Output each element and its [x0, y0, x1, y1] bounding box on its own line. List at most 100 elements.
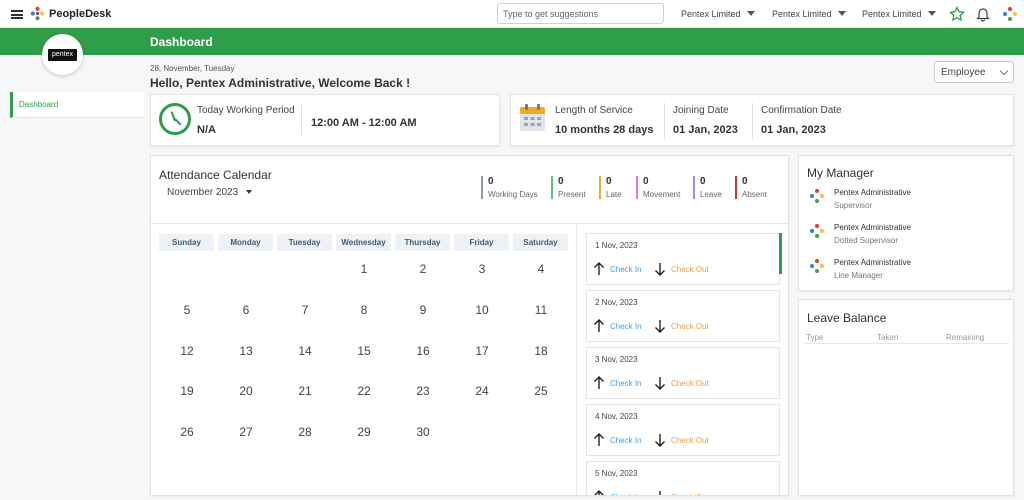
working-period-card: Today Working Period N/A 12:00 AM - 12:0… — [150, 94, 500, 146]
sidebar-item-dashboard[interactable]: Dashboard — [10, 92, 144, 118]
calendar-day[interactable]: 14 — [285, 344, 325, 358]
joining-date-value: 01 Jan, 2023 — [673, 124, 738, 136]
weekday-header-wednesday: Wednesday — [336, 234, 391, 251]
manager-name: Pentex Administrative — [834, 258, 911, 267]
column-header-taken: Taken — [877, 333, 899, 342]
calendar-day[interactable]: 28 — [285, 425, 325, 439]
calendar-day[interactable]: 24 — [462, 384, 502, 398]
clock-icon — [159, 103, 191, 135]
org-selector-2[interactable]: Pentex Limited — [772, 9, 846, 19]
company-logo: pentex — [48, 49, 77, 61]
column-header-remaining: Remaining — [946, 333, 985, 342]
divider — [664, 103, 665, 139]
manager-avatar-icon — [809, 223, 825, 239]
joining-date-label: Joining Date — [673, 105, 729, 116]
attendance-day-item[interactable]: 4 Nov, 2023 Check In Check Out — [586, 404, 780, 456]
stat-leave: 0 Leave — [693, 176, 722, 199]
calendar-day[interactable]: 10 — [462, 303, 502, 317]
search-input[interactable] — [497, 3, 664, 24]
star-icon[interactable] — [949, 6, 965, 22]
calendar-day[interactable]: 20 — [226, 384, 266, 398]
attendance-calendar-title: Attendance Calendar — [159, 168, 272, 182]
column-header-type: Type — [806, 333, 824, 342]
arrow-down-icon — [654, 319, 666, 333]
calendar-day[interactable]: 18 — [521, 344, 561, 358]
check-in-label: Check In — [610, 493, 642, 495]
attendance-day-item[interactable]: 5 Nov, 2023 Check In Check Out — [586, 461, 780, 495]
calendar-icon — [520, 104, 545, 131]
stat-movement: 0 Movement — [636, 176, 680, 199]
my-manager-card: My Manager Pentex Administrative Supervis… — [798, 155, 1014, 291]
calendar-day[interactable]: 15 — [344, 344, 384, 358]
calendar-day[interactable]: 5 — [167, 303, 207, 317]
arrow-up-icon — [593, 262, 605, 276]
service-card: Length of Service 10 months 28 days Join… — [510, 94, 1014, 146]
calendar-day[interactable]: 11 — [521, 303, 561, 317]
attendance-day-item[interactable]: 1 Nov, 2023 Check In Check Out — [586, 233, 780, 285]
caret-down-icon — [746, 11, 755, 16]
calendar-day[interactable]: 21 — [285, 384, 325, 398]
scrollbar[interactable] — [779, 233, 782, 274]
manager-name: Pentex Administrative — [834, 223, 911, 232]
calendar-day[interactable]: 12 — [167, 344, 207, 358]
divider — [301, 105, 302, 135]
calendar-day[interactable]: 16 — [403, 344, 443, 358]
check-out-label: Check Out — [671, 493, 709, 495]
attendance-day-item[interactable]: 2 Nov, 2023 Check In Check Out — [586, 290, 780, 342]
calendar-day[interactable]: 1 — [344, 262, 384, 276]
daily-attendance-list[interactable]: 1 Nov, 2023 Check In Check Out 2 Nov, 2023 C… — [576, 224, 788, 495]
caret-down-icon — [927, 11, 936, 16]
menu-icon[interactable] — [11, 10, 23, 19]
confirmation-date-value: 01 Jan, 2023 — [761, 124, 826, 136]
calendar-day[interactable]: 25 — [521, 384, 561, 398]
stat-late: 0 Late — [599, 176, 622, 199]
check-in-label: Check In — [610, 379, 642, 388]
arrow-up-icon — [593, 319, 605, 333]
arrow-up-icon — [593, 490, 605, 495]
calendar-day[interactable]: 23 — [403, 384, 443, 398]
bell-icon[interactable] — [975, 6, 991, 22]
attendance-date: 2 Nov, 2023 — [595, 298, 638, 307]
attendance-date: 4 Nov, 2023 — [595, 412, 638, 421]
user-logo-icon[interactable] — [1002, 6, 1018, 22]
calendar-day[interactable]: 30 — [403, 425, 443, 439]
attendance-date: 3 Nov, 2023 — [595, 355, 638, 364]
weekday-header-friday: Friday — [454, 234, 509, 251]
check-out-label: Check Out — [671, 322, 709, 331]
working-period-status: N/A — [197, 124, 216, 136]
check-in-label: Check In — [610, 265, 642, 274]
attendance-day-item[interactable]: 3 Nov, 2023 Check In Check Out — [586, 347, 780, 399]
role-select[interactable]: Employee — [934, 61, 1014, 83]
calendar-day[interactable]: 4 — [521, 262, 561, 276]
divider — [805, 343, 1009, 344]
calendar-day[interactable]: 27 — [226, 425, 266, 439]
manager-avatar-icon — [809, 188, 825, 204]
calendar-day[interactable]: 8 — [344, 303, 384, 317]
length-of-service-label: Length of Service — [555, 105, 633, 116]
calendar-day[interactable]: 9 — [403, 303, 443, 317]
header-bar: Dashboard — [0, 28, 1024, 55]
calendar-day[interactable]: 3 — [462, 262, 502, 276]
month-selector[interactable]: November 2023 — [167, 187, 253, 198]
my-manager-title: My Manager — [807, 166, 874, 180]
calendar-day[interactable]: 2 — [403, 262, 443, 276]
calendar-day[interactable]: 7 — [285, 303, 325, 317]
calendar-day[interactable]: 29 — [344, 425, 384, 439]
calendar-day[interactable]: 22 — [344, 384, 384, 398]
org-selector-3[interactable]: Pentex Limited — [862, 9, 936, 19]
calendar-day[interactable]: 19 — [167, 384, 207, 398]
page-title: Dashboard — [150, 35, 213, 49]
org-selector-1[interactable]: Pentex Limited — [681, 9, 755, 19]
leave-balance-title: Leave Balance — [807, 311, 887, 325]
calendar-day[interactable]: 17 — [462, 344, 502, 358]
arrow-up-icon — [593, 433, 605, 447]
calendar-day[interactable]: 26 — [167, 425, 207, 439]
manager-role: Supervisor — [834, 201, 873, 210]
arrow-down-icon — [654, 262, 666, 276]
working-period-label: Today Working Period — [197, 105, 295, 116]
stat-working-days: 0 Working Days — [481, 176, 538, 199]
calendar-day[interactable]: 13 — [226, 344, 266, 358]
confirmation-date-label: Confirmation Date — [761, 105, 842, 116]
calendar-day[interactable]: 6 — [226, 303, 266, 317]
avatar[interactable]: pentex — [42, 34, 83, 75]
